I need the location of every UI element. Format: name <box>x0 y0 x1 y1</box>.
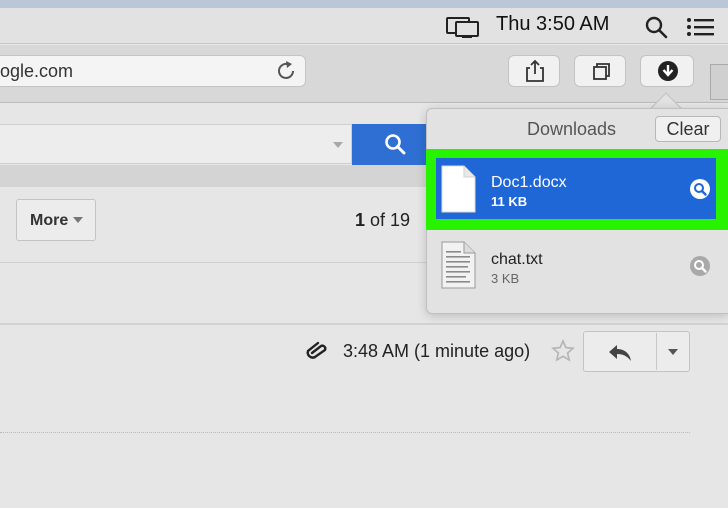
download-item-doc1[interactable] <box>436 158 716 219</box>
star-icon[interactable] <box>551 339 575 363</box>
pager-count: 1 of 19 <box>355 210 410 231</box>
reply-options-caret[interactable] <box>668 349 678 355</box>
download-icon <box>658 61 678 81</box>
chevron-down-icon <box>73 217 83 223</box>
tabs-icon <box>593 63 610 80</box>
download-item-name: Doc1.docx <box>491 174 567 191</box>
pager-total: of 19 <box>365 210 411 230</box>
address-text[interactable]: ogle.com <box>0 61 73 82</box>
message-timestamp: 3:48 AM (1 minute ago) <box>343 341 531 361</box>
divider <box>0 262 440 263</box>
document-icon <box>441 165 476 213</box>
reveal-in-finder-icon[interactable] <box>689 255 711 277</box>
downloads-title: Downloads <box>527 119 617 139</box>
share-button[interactable] <box>508 55 560 87</box>
download-item-size: 3 KB <box>491 271 520 286</box>
top-strip <box>0 0 728 8</box>
mail-search-input[interactable] <box>0 124 352 164</box>
downloads-button[interactable] <box>640 55 694 87</box>
display-icon[interactable] <box>446 16 480 40</box>
divider <box>0 323 728 325</box>
menubar-clock[interactable]: Thu 3:50 AM <box>496 13 609 36</box>
download-item-name: chat.txt <box>491 251 543 268</box>
tabs-overview-button[interactable] <box>574 55 626 87</box>
clear-button[interactable]: Clear <box>655 116 721 142</box>
reply-icon <box>609 345 631 361</box>
reply-separator <box>656 333 657 370</box>
search-icon[interactable] <box>644 15 668 39</box>
paperclip-icon <box>306 341 327 359</box>
pager-current: 1 <box>355 210 366 230</box>
toolbar-edge <box>710 64 728 100</box>
share-icon <box>526 59 544 82</box>
list-icon[interactable] <box>686 17 714 37</box>
dotted-divider <box>0 432 690 433</box>
text-file-icon <box>441 241 476 289</box>
search-options-caret[interactable] <box>333 142 343 148</box>
menubar <box>0 8 728 44</box>
download-item-size: 11 KB <box>491 194 528 209</box>
more-label: More <box>30 212 69 229</box>
reveal-in-finder-icon[interactable] <box>689 178 711 200</box>
reload-icon[interactable] <box>274 59 298 83</box>
